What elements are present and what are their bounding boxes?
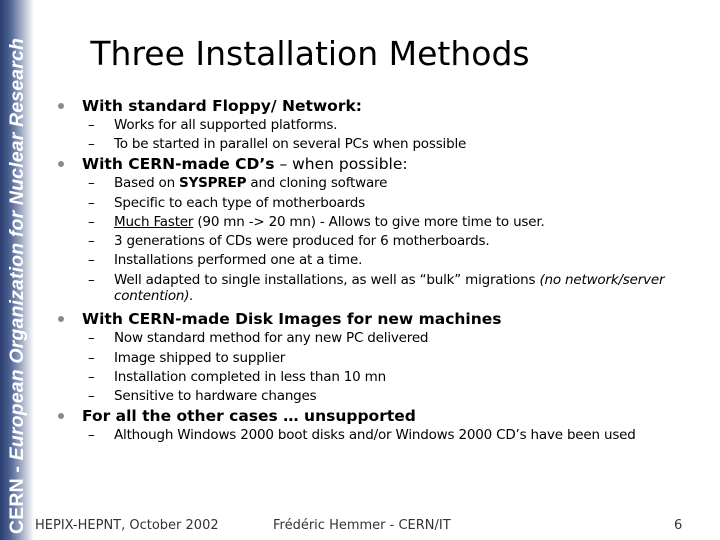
sub-item-text: Now standard method for any new PC deliv… <box>114 330 429 347</box>
sub-list: – Although Windows 2000 boot disks and/or… <box>58 426 718 445</box>
footer-author: Frédéric Hemmer - CERN/IT <box>273 518 451 533</box>
dash-icon: – <box>88 213 95 230</box>
sub-item-text: Specific to each type of motherboards <box>114 194 366 211</box>
dash-icon: – <box>88 330 95 347</box>
sub-item: – Installations performed one at a time. <box>58 251 718 270</box>
sub-item-text: and cloning software <box>246 175 388 192</box>
sidebar-org-full-name: European Organization for Nuclear Resear… <box>6 37 28 461</box>
sub-list: – Works for all supported platforms. – To … <box>58 116 718 154</box>
sub-item: – Works for all supported platforms. <box>58 116 718 135</box>
bullet-dot-icon <box>58 161 64 168</box>
bullet-label: With CERN-made CD’s <box>82 155 275 174</box>
sub-item: – Much Faster (90 mn -> 20 mn) - Allows t… <box>58 213 718 232</box>
bullet-dot-icon <box>58 316 64 323</box>
bullet-disk-images: With CERN-made Disk Images for new machi… <box>58 309 718 329</box>
cern-sidebar-banner: CERN - European Organization for Nuclear… <box>0 0 34 540</box>
sub-item-text: Although Windows 2000 boot disks and/or … <box>114 427 636 444</box>
slide-title: Three Installation Methods <box>90 34 530 73</box>
dash-icon: – <box>88 349 95 366</box>
dash-icon: – <box>88 388 95 405</box>
bullet-label: With CERN-made Disk Images for new machi… <box>82 310 502 329</box>
sub-item-text: (90 mn -> 20 mn) - Allows to give more t… <box>193 213 545 230</box>
sub-list: – Based on SYSPREP and cloning software –… <box>58 174 718 304</box>
sub-item-text: Installation completed in less than 10 m… <box>114 368 386 385</box>
sub-item: – Well adapted to single installations, a… <box>58 270 718 304</box>
bullet-dot-icon <box>58 413 64 420</box>
bullet-label: With standard Floppy/ Network: <box>82 97 362 115</box>
dash-icon: – <box>88 427 95 444</box>
sub-item: – Based on SYSPREP and cloning software <box>58 174 718 193</box>
bullet-suffix: – when possible: <box>274 155 408 174</box>
sub-item: – Installation completed in less than 10 … <box>58 368 718 387</box>
bullet-floppy-network: With standard Floppy/ Network: <box>58 96 718 116</box>
sub-item-text: Works for all supported platforms. <box>114 117 338 133</box>
sub-item-text: Based on <box>114 175 180 192</box>
sub-item-text: Image shipped to supplier <box>114 349 286 366</box>
sidebar-org-name: CERN - European Organization for Nuclear… <box>6 38 28 534</box>
dash-icon: – <box>88 368 95 385</box>
sub-item: – 3 generations of CDs were produced for … <box>58 232 718 251</box>
sub-item: – Specific to each type of motherboards <box>58 194 718 213</box>
sub-list: – Now standard method for any new PC deli… <box>58 329 718 406</box>
footer-event: HEPIX-HEPNT, October 2002 <box>35 518 219 533</box>
sub-item-text: Well adapted to single installations, as… <box>114 272 540 289</box>
dash-icon: – <box>88 136 95 153</box>
sub-item: – Now standard method for any new PC deli… <box>58 329 718 348</box>
bullet-dot-icon <box>58 103 64 109</box>
slide: CERN - European Organization for Nuclear… <box>0 0 720 540</box>
bullet-cern-cds: With CERN-made CD’s – when possible: <box>58 154 718 174</box>
sub-item-text: 3 generations of CDs were produced for 6… <box>114 233 490 250</box>
sub-item: – Image shipped to supplier <box>58 349 718 368</box>
dash-icon: – <box>88 194 95 211</box>
sub-item: – To be started in parallel on several PC… <box>58 135 718 154</box>
page-number: 6 <box>674 518 683 533</box>
dash-icon: – <box>88 272 95 289</box>
bullet-other-cases: For all the other cases … unsupported <box>58 406 718 426</box>
dash-icon: – <box>88 252 95 269</box>
sysprep-term: SYSPREP <box>179 175 247 192</box>
sidebar-org-abbrev: CERN - <box>6 460 28 534</box>
sub-item: – Although Windows 2000 boot disks and/or… <box>58 426 718 445</box>
sub-item-text: Installations performed one at a time. <box>114 252 363 269</box>
sub-item: – Sensitive to hardware changes <box>58 387 718 406</box>
sub-item-text: To be started in parallel on several PCs… <box>114 136 467 153</box>
dash-icon: – <box>88 175 95 192</box>
much-faster-emphasis: Much Faster <box>114 213 194 230</box>
dash-icon: – <box>88 117 95 133</box>
bullet-label: For all the other cases … unsupported <box>82 407 416 426</box>
dash-icon: – <box>88 233 95 250</box>
slide-content: With standard Floppy/ Network: – Works fo… <box>58 96 718 445</box>
sub-item-text: Sensitive to hardware changes <box>114 388 317 405</box>
